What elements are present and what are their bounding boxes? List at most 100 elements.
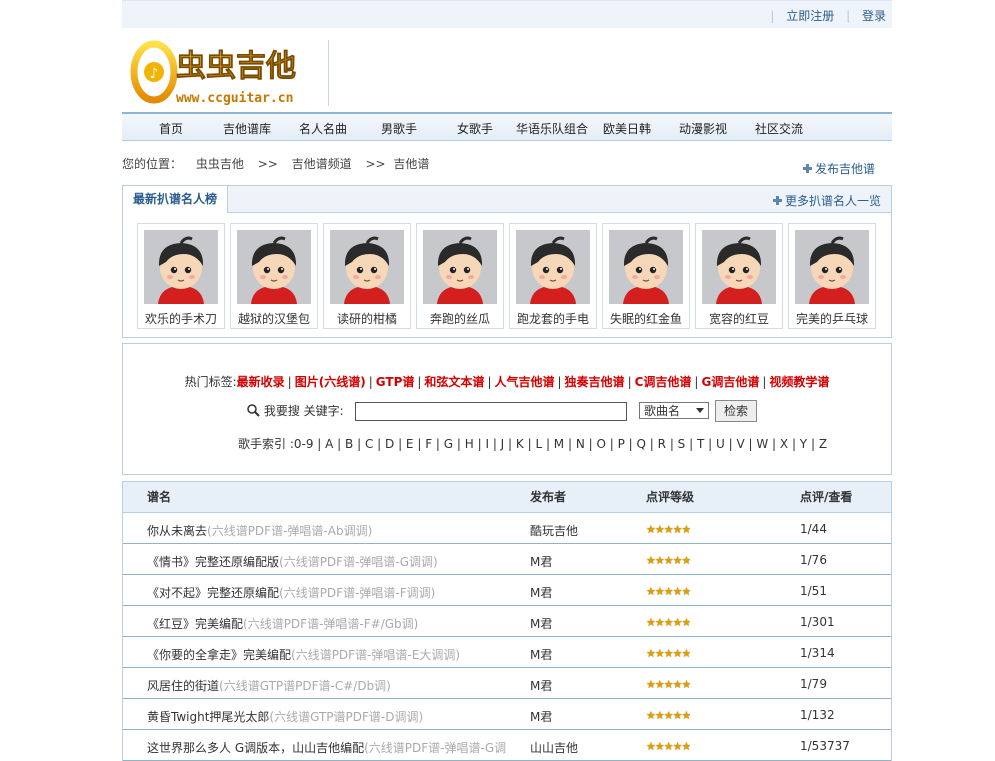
hot-tag-link[interactable]: 独奏吉他谱 [565, 375, 625, 389]
index-letter-link[interactable]: O [596, 437, 605, 451]
tab-format: (六线谱PDF谱-弹唱谱-Ab调调) [207, 524, 373, 538]
index-letter-link[interactable]: M [554, 437, 564, 451]
transcriber-card[interactable]: 奔跑的丝瓜 [416, 223, 504, 329]
post-tab-link[interactable]: 发布吉他谱 [803, 160, 875, 177]
hot-tag-link[interactable]: 图片(六线谱) [295, 375, 366, 389]
hot-tags: 热门标签:最新收录 | 图片(六线谱) | GTP谱 | 和弦文本谱 | 人气吉他谱 | 独奏吉他谱… [123, 373, 891, 390]
review-view-count: 1/44 [800, 522, 827, 536]
index-letter-link[interactable]: X [780, 437, 788, 451]
tab-name: 黄昏Twight押尾光太郎 [147, 710, 270, 724]
more-label: 更多扒谱名人一览 [784, 194, 881, 208]
publisher-link[interactable]: M君 [530, 646, 552, 663]
nav-item-western[interactable]: 欧美日韩 [603, 120, 651, 137]
divider: | [564, 437, 576, 451]
nav-item-female[interactable]: 女歌手 [457, 120, 493, 137]
publisher-link[interactable]: M君 [530, 584, 552, 601]
star-icon: ★ [681, 647, 691, 660]
transcriber-card[interactable]: 读研的柑橘 [323, 223, 411, 329]
publisher-link[interactable]: M君 [530, 677, 552, 694]
more-transcribers-link[interactable]: 更多扒谱名人一览 [772, 192, 881, 209]
divider: | [542, 437, 554, 451]
tab-format: (六线谱PDF谱-弹唱谱-G调 [364, 741, 507, 755]
rating-stars: ★★★★★ [646, 615, 690, 629]
index-letter-link[interactable]: D [385, 437, 394, 451]
index-letter-link[interactable]: N [576, 437, 585, 451]
review-view-count: 1/53737 [800, 739, 850, 753]
index-letter-link[interactable]: P [618, 437, 625, 451]
search-type-select[interactable]: 歌曲名 [639, 402, 709, 419]
tab-format: (六线谱PDF谱-弹唱谱-F调调) [279, 586, 436, 600]
nav-item-home[interactable]: 首页 [159, 120, 183, 137]
hot-tag-link[interactable]: C调吉他谱 [635, 375, 692, 389]
index-letter-link[interactable]: G [444, 437, 453, 451]
site-logo[interactable]: ♪ 虫虫吉他 www.ccguitar.cn [128, 38, 328, 108]
hot-tag-link[interactable]: 视频教学谱 [769, 375, 829, 389]
publisher-link[interactable]: 山山吉他 [530, 739, 578, 756]
publisher-link[interactable]: M君 [530, 553, 552, 570]
transcriber-card[interactable]: 越狱的汉堡包 [230, 223, 318, 329]
search-panel: 热门标签:最新收录 | 图片(六线谱) | GTP谱 | 和弦文本谱 | 人气吉他谱 | 独奏吉他谱… [122, 343, 892, 475]
index-letter-link[interactable]: Z [819, 437, 827, 451]
transcriber-card[interactable]: 宽容的红豆 [695, 223, 783, 329]
logo-url: www.ccguitar.cn [176, 91, 293, 106]
index-letter-link[interactable]: W [756, 437, 768, 451]
logo-title: 虫虫吉他 [176, 49, 296, 84]
tab-title-link[interactable]: 《情书》完整还原编配版(六线谱PDF谱-弹唱谱-G调调) [147, 553, 507, 570]
publisher-link[interactable]: 酷玩吉他 [530, 522, 578, 539]
nav-item-male[interactable]: 男歌手 [381, 120, 417, 137]
tab-title-link[interactable]: 《对不起》完整还原编配(六线谱PDF谱-弹唱谱-F调调) [147, 584, 507, 601]
hot-tag-link[interactable]: 最新收录 [237, 375, 285, 389]
nav-item-famous[interactable]: 名人名曲 [299, 120, 347, 137]
hot-tag-link[interactable]: 人气吉他谱 [494, 375, 554, 389]
transcriber-card[interactable]: 完美的乒乓球 [788, 223, 876, 329]
transcriber-card[interactable]: 欢乐的手术刀 [137, 223, 225, 329]
tab-title-link[interactable]: 《你要的全拿走》完美编配(六线谱PDF谱-弹唱谱-E大调调) [147, 646, 507, 663]
transcriber-card[interactable]: 失眠的红金鱼 [602, 223, 690, 329]
panel-tab[interactable]: 最新扒谱名人榜 [123, 186, 229, 213]
tab-title-link[interactable]: 黄昏Twight押尾光太郎(六线谱GTP谱PDF谱-D调调) [147, 708, 507, 725]
star-icon: ★ [681, 523, 691, 536]
breadcrumb-home[interactable]: 虫虫吉他 [196, 157, 244, 171]
index-letter-link[interactable]: Q [637, 437, 646, 451]
rating-stars: ★★★★★ [646, 646, 690, 660]
nav-item-bands[interactable]: 华语乐队组合 [516, 120, 588, 137]
tab-title-link[interactable]: 风居住的街道(六线谱GTP谱PDF谱-C#/Db调) [147, 677, 507, 694]
star-icon: ★ [681, 616, 691, 629]
nav-item-community[interactable]: 社区交流 [755, 120, 803, 137]
tab-title-link[interactable]: 你从未离去(六线谱PDF谱-弹唱谱-Ab调调) [147, 522, 507, 539]
index-letter-link[interactable]: E [406, 437, 414, 451]
register-link[interactable]: 立即注册 [786, 9, 834, 23]
transcriber-name: 越狱的汉堡包 [237, 312, 310, 326]
divider: | [287, 375, 292, 389]
hot-tags-label: 热门标签: [184, 375, 237, 389]
divider: | [504, 437, 516, 451]
divider: | [487, 375, 492, 389]
publisher-link[interactable]: M君 [530, 708, 552, 725]
tab-name: 《你要的全拿走》完美编配 [147, 648, 292, 662]
transcriber-card[interactable]: 跑龙套的手电 [509, 223, 597, 329]
hot-tag-link[interactable]: GTP谱 [376, 375, 415, 389]
star-icon: ★ [681, 585, 691, 598]
index-letter-link[interactable]: U [716, 437, 725, 451]
index-letter-link[interactable]: 0-9 [294, 437, 314, 451]
account-links: | 立即注册 | 登录 [762, 7, 886, 24]
tab-title-link[interactable]: 这世界那么多人 G调版本，山山吉他编配(六线谱PDF谱-弹唱谱-G调 [147, 739, 507, 756]
index-letter-link[interactable]: H [465, 437, 474, 451]
index-letter-link[interactable]: R [658, 437, 666, 451]
divider: | [353, 437, 365, 451]
login-link[interactable]: 登录 [862, 9, 886, 23]
search-input[interactable] [355, 402, 627, 421]
tab-title-link[interactable]: 《红豆》完美编配(六线谱PDF谱-弹唱谱-F#/Gb调) [147, 615, 507, 632]
divider: | [704, 437, 716, 451]
index-letter-link[interactable]: K [516, 437, 524, 451]
divider: | [417, 375, 422, 389]
nav-item-anime[interactable]: 动漫影视 [679, 120, 727, 137]
search-button[interactable]: 检索 [715, 400, 757, 422]
divider: | [762, 375, 767, 389]
hot-tag-link[interactable]: 和弦文本谱 [424, 375, 484, 389]
hot-tag-link[interactable]: G调吉他谱 [701, 375, 759, 389]
publisher-link[interactable]: M君 [530, 615, 552, 632]
breadcrumb-channel[interactable]: 吉他谱频道 [292, 157, 352, 171]
nav-item-tabs[interactable]: 吉他谱库 [223, 120, 271, 137]
index-letter-link[interactable]: V [736, 437, 744, 451]
